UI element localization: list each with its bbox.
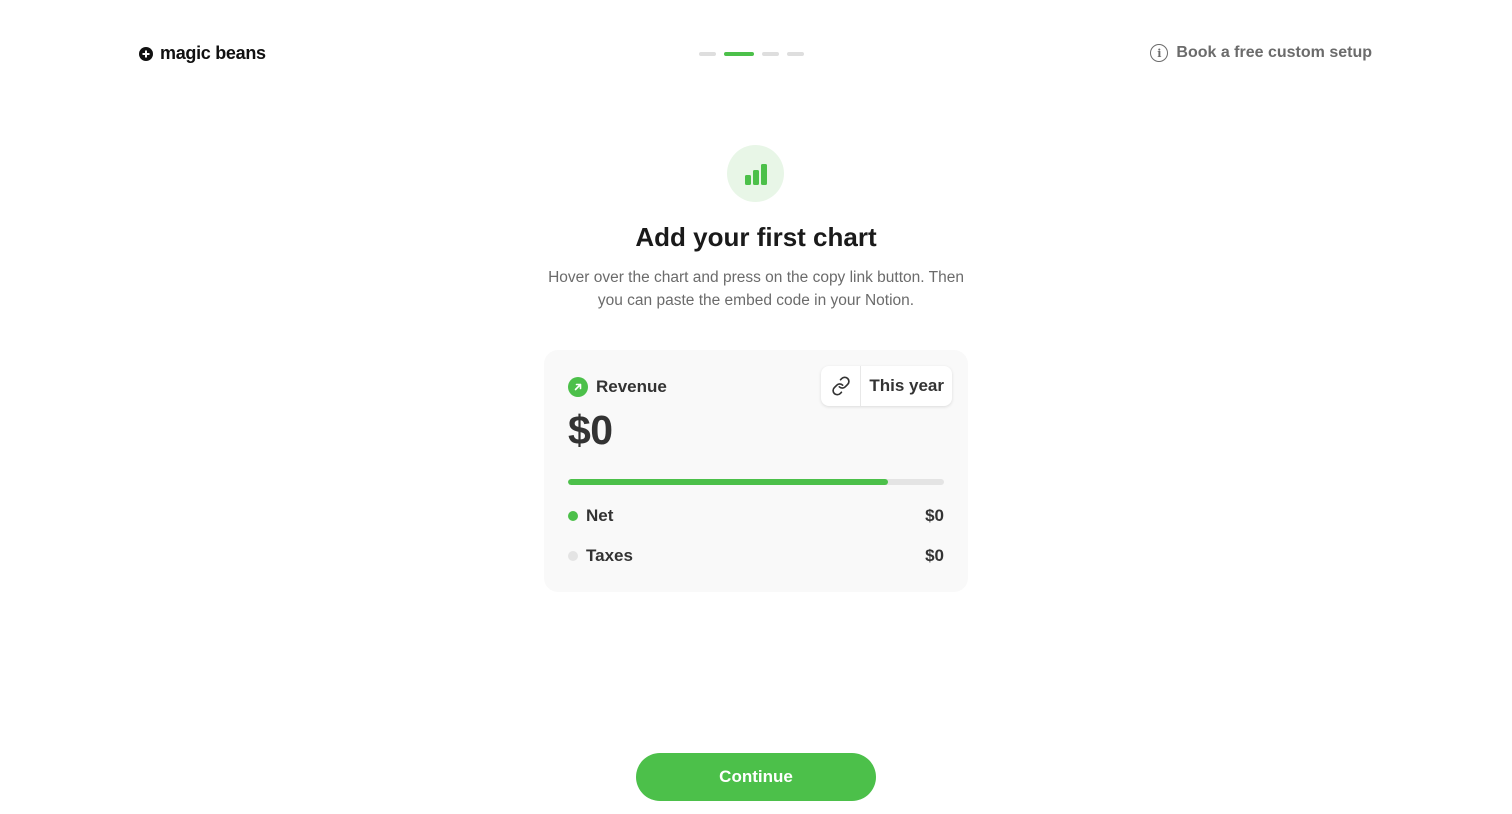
legend-row-taxes: Taxes $0 — [568, 546, 944, 566]
link-icon — [832, 376, 850, 396]
step-indicator — [699, 52, 804, 56]
page-title: Add your first chart — [635, 222, 877, 252]
copy-link-button[interactable] — [821, 366, 862, 406]
step-2-active — [724, 52, 754, 56]
info-icon: i — [1150, 44, 1169, 62]
legend-row-net: Net $0 — [568, 506, 944, 526]
period-selector[interactable]: This year — [861, 366, 952, 406]
taxes-dot-icon — [568, 551, 578, 561]
revenue-progress-bar — [568, 479, 944, 485]
revenue-progress-fill — [568, 479, 888, 485]
brand-name: magic beans — [160, 43, 266, 63]
net-dot-icon — [568, 511, 578, 521]
chart-controls: This year — [821, 366, 952, 406]
book-setup-link[interactable]: i Book a free custom setup — [1150, 44, 1372, 62]
revenue-label: Revenue — [568, 377, 667, 397]
revenue-chart-card[interactable]: Revenue $0 This year Net $0 Taxes $0 — [544, 350, 968, 592]
continue-button[interactable]: Continue — [636, 753, 876, 801]
onboarding-page: magic beans i Book a free custom setup A… — [0, 0, 1512, 814]
bar-chart-icon — [727, 145, 784, 202]
page-subtitle: Hover over the chart and press on the co… — [548, 269, 964, 309]
revenue-amount: $0 — [568, 407, 613, 453]
legend-taxes-label: Taxes — [586, 546, 633, 565]
brand-logo[interactable]: magic beans — [139, 43, 266, 64]
legend-net-value: $0 — [925, 506, 944, 525]
revenue-label-text: Revenue — [596, 377, 667, 396]
arrow-up-right-icon — [568, 377, 588, 397]
legend-taxes-value: $0 — [925, 546, 944, 565]
legend-net-label: Net — [586, 506, 614, 525]
step-3 — [762, 52, 779, 56]
book-setup-label: Book a free custom setup — [1176, 44, 1372, 61]
step-4 — [787, 52, 804, 56]
step-1 — [699, 52, 716, 56]
logo-mark-icon — [139, 46, 153, 61]
